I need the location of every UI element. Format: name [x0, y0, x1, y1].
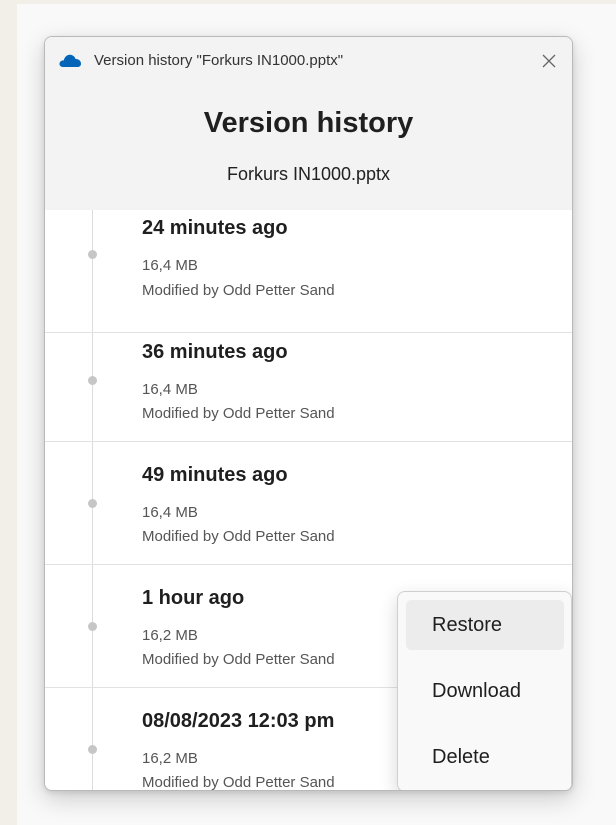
timeline-dot — [88, 499, 97, 508]
onedrive-cloud-icon — [59, 54, 82, 67]
version-item[interactable]: 24 minutes ago 16,4 MB Modified by Odd P… — [45, 210, 572, 333]
version-size: 16,4 MB — [142, 381, 198, 398]
timeline-dot — [88, 622, 97, 631]
version-size: 16,2 MB — [142, 750, 198, 767]
version-modified-by: Modified by Odd Petter Sand — [142, 651, 335, 668]
version-time: 24 minutes ago — [142, 217, 288, 239]
version-time: 49 minutes ago — [142, 464, 288, 486]
window-title: Version history "Forkurs IN1000.pptx" — [94, 52, 344, 69]
version-size: 16,4 MB — [142, 504, 198, 521]
download-menu-item[interactable]: Download — [406, 666, 564, 716]
timeline-dot — [88, 250, 97, 259]
delete-menu-item[interactable]: Delete — [406, 732, 564, 782]
restore-menu-item[interactable]: Restore — [406, 600, 564, 650]
close-icon — [542, 54, 556, 68]
version-modified-by: Modified by Odd Petter Sand — [142, 282, 335, 299]
page-title: Version history — [203, 107, 414, 139]
file-name: Forkurs IN1000.pptx — [226, 164, 391, 184]
version-time: 1 hour ago — [142, 587, 245, 609]
title-bar: Version history "Forkurs IN1000.pptx" — [45, 37, 572, 87]
version-size: 16,2 MB — [142, 627, 198, 644]
version-modified-by: Modified by Odd Petter Sand — [142, 528, 335, 545]
timeline-dot — [88, 376, 97, 385]
version-modified-by: Modified by Odd Petter Sand — [142, 405, 335, 422]
version-history-header: Version history Forkurs IN1000.pptx — [45, 87, 572, 210]
timeline-dot — [88, 745, 97, 754]
version-modified-by: Modified by Odd Petter Sand — [142, 774, 335, 790]
version-time: 36 minutes ago — [142, 341, 288, 363]
version-size: 16,4 MB — [142, 257, 198, 274]
version-time: 08/08/2023 12:03 pm — [142, 710, 335, 732]
version-item[interactable]: 36 minutes ago 16,4 MB Modified by Odd P… — [45, 319, 572, 442]
close-button[interactable] — [526, 37, 572, 85]
version-history-window: Version history "Forkurs IN1000.pptx" Ve… — [44, 36, 573, 791]
version-context-menu: Restore Download Delete — [397, 591, 572, 790]
version-item[interactable]: 49 minutes ago 16,4 MB Modified by Odd P… — [45, 442, 572, 565]
